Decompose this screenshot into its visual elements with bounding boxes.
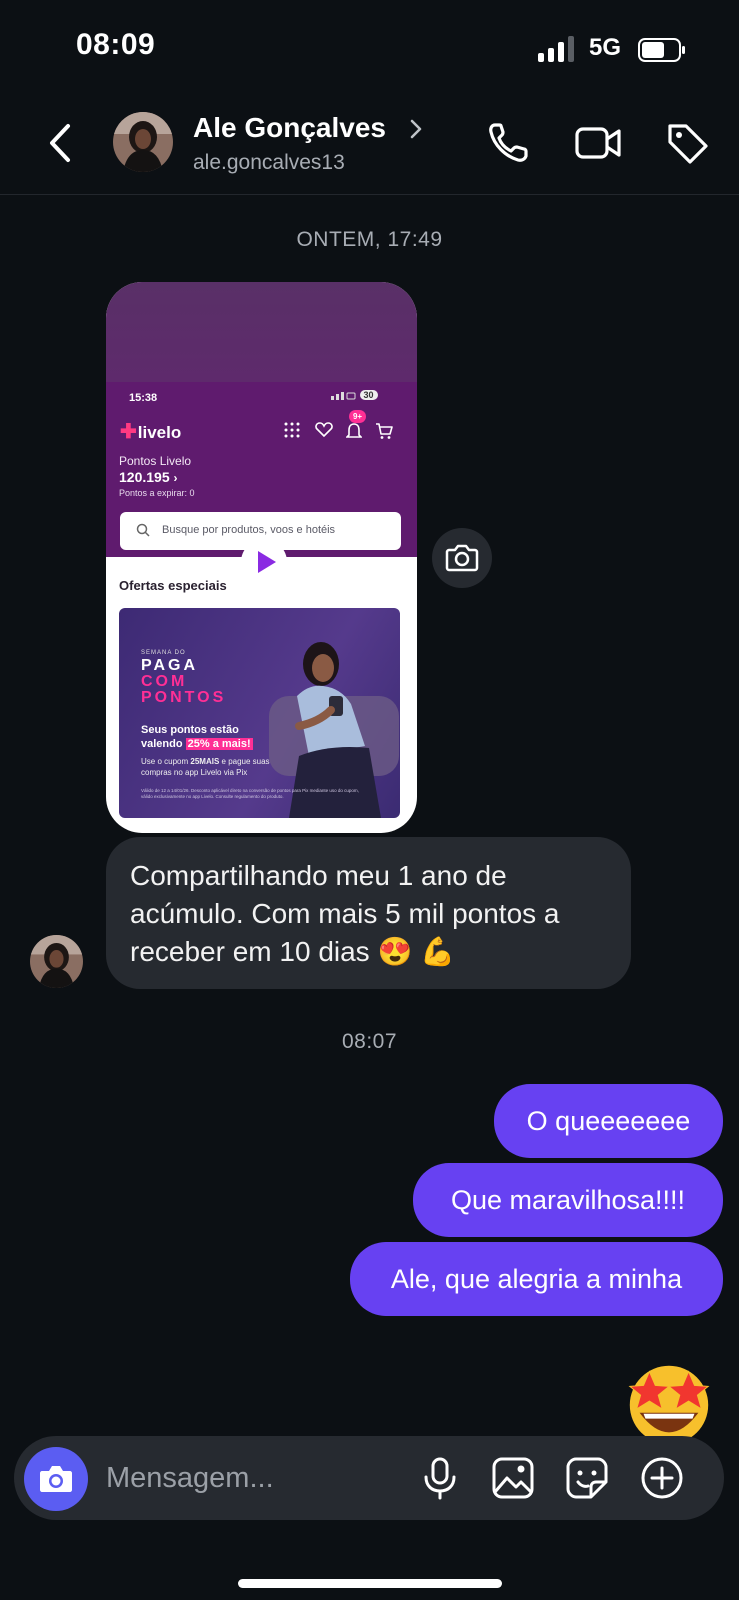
- banner-body: Use o cupom 25MAIS e pague suas compras …: [141, 756, 270, 778]
- sticker-icon[interactable]: [563, 1454, 611, 1502]
- livelo-logo: ✚livelo: [120, 421, 182, 443]
- banner-kicker: SEMANA DO: [141, 650, 186, 656]
- avatar-image: [30, 935, 83, 988]
- banner-body-a: Use o cupom: [141, 757, 189, 766]
- banner-coupon: 25MAIS: [190, 757, 220, 766]
- back-arrow-icon[interactable]: [44, 118, 80, 168]
- screenshot-status-icons: 30: [331, 390, 378, 400]
- sender-avatar[interactable]: [30, 935, 83, 988]
- card-top-area: [106, 282, 417, 382]
- play-icon: [258, 551, 276, 573]
- banner-fine-print: Válido de 12 a 14/01/26. Desconto aplicá…: [141, 788, 359, 799]
- microphone-icon[interactable]: [416, 1454, 464, 1502]
- bell-icon: [346, 423, 362, 438]
- network-type: 5G: [589, 34, 622, 61]
- banner-headline: Seus pontos estão valendo 25% a mais!: [141, 723, 253, 751]
- contact-avatar[interactable]: [113, 112, 173, 172]
- brand-name: livelo: [137, 423, 182, 442]
- banner-line3: PONTOS: [141, 689, 227, 706]
- promo-banner: SEMANA DO PAGA COM PONTOS Seus pontos es…: [119, 608, 400, 818]
- phone-call-icon[interactable]: [485, 118, 533, 168]
- points-expire: Pontos a expirar: 0: [119, 488, 195, 498]
- signal-icon: [331, 391, 356, 400]
- section-title: Ofertas especiais: [119, 578, 227, 593]
- play-button[interactable]: [241, 539, 287, 585]
- heart-icon: [315, 422, 333, 438]
- camera-button[interactable]: [24, 1447, 88, 1511]
- camera-icon: [40, 1466, 72, 1492]
- thread-timestamp: 08:07: [341, 1030, 398, 1053]
- points-number: 120.195: [119, 469, 170, 485]
- contact-username[interactable]: ale.goncalves13: [193, 151, 345, 175]
- home-indicator[interactable]: [238, 1579, 502, 1588]
- contact-name[interactable]: Ale Gonçalves: [193, 112, 386, 144]
- battery-icon: [638, 38, 685, 62]
- search-icon: [136, 523, 150, 537]
- points-label: Pontos Livelo: [119, 454, 192, 468]
- incoming-message[interactable]: Compartilhando meu 1 ano de acúmulo. Com…: [106, 837, 631, 989]
- outgoing-message[interactable]: Ale, que alegria a minha: [350, 1242, 723, 1316]
- gallery-icon[interactable]: [489, 1454, 537, 1502]
- app-header-icons: 9+: [284, 410, 404, 440]
- points-value: 120.195 ›: [119, 469, 178, 485]
- outgoing-message[interactable]: O queeeeeee: [494, 1084, 723, 1158]
- cart-icon: [376, 423, 393, 439]
- banner-headline-a: Seus pontos estão: [141, 724, 239, 736]
- shared-reel-card[interactable]: 15:38 30 ✚livelo 9+ Pontos Livelo 120.19…: [106, 282, 417, 833]
- status-time: 08:09: [76, 28, 156, 61]
- tag-icon[interactable]: [664, 118, 712, 168]
- chevron-right-icon[interactable]: [408, 116, 424, 142]
- banner-headline-b: valendo: [141, 738, 183, 750]
- video-call-icon[interactable]: [574, 118, 622, 168]
- screenshot-status-time: 15:38: [129, 392, 158, 404]
- camera-icon: [445, 544, 479, 572]
- notification-badge: 9+: [349, 410, 366, 423]
- banner-body-b: e pague suas: [221, 757, 270, 766]
- signal-icon: [538, 36, 574, 62]
- chevron-right-icon: ›: [173, 471, 178, 485]
- grid-icon: [284, 422, 300, 438]
- avatar-image: [113, 112, 173, 172]
- search-placeholder: Busque por produtos, voos e hotéis: [162, 524, 336, 536]
- banner-highlight: 25% a mais!: [185, 738, 253, 750]
- screenshot-battery: 30: [359, 390, 378, 400]
- plus-icon[interactable]: [638, 1454, 686, 1502]
- outgoing-message[interactable]: Que maravilhosa!!!!: [413, 1163, 723, 1237]
- message-input[interactable]: Mensagem...: [106, 1462, 274, 1495]
- banner-line2: COM: [141, 673, 188, 690]
- screenshot-camera-button[interactable]: [432, 528, 492, 588]
- message-text: Compartilhando meu 1 ano de acúmulo. Com…: [130, 860, 560, 967]
- thread-timestamp: ONTEM, 17:49: [296, 228, 443, 251]
- banner-body-c: compras no app Livelo via Pix: [141, 768, 248, 777]
- banner-line1: PAGA: [141, 657, 199, 674]
